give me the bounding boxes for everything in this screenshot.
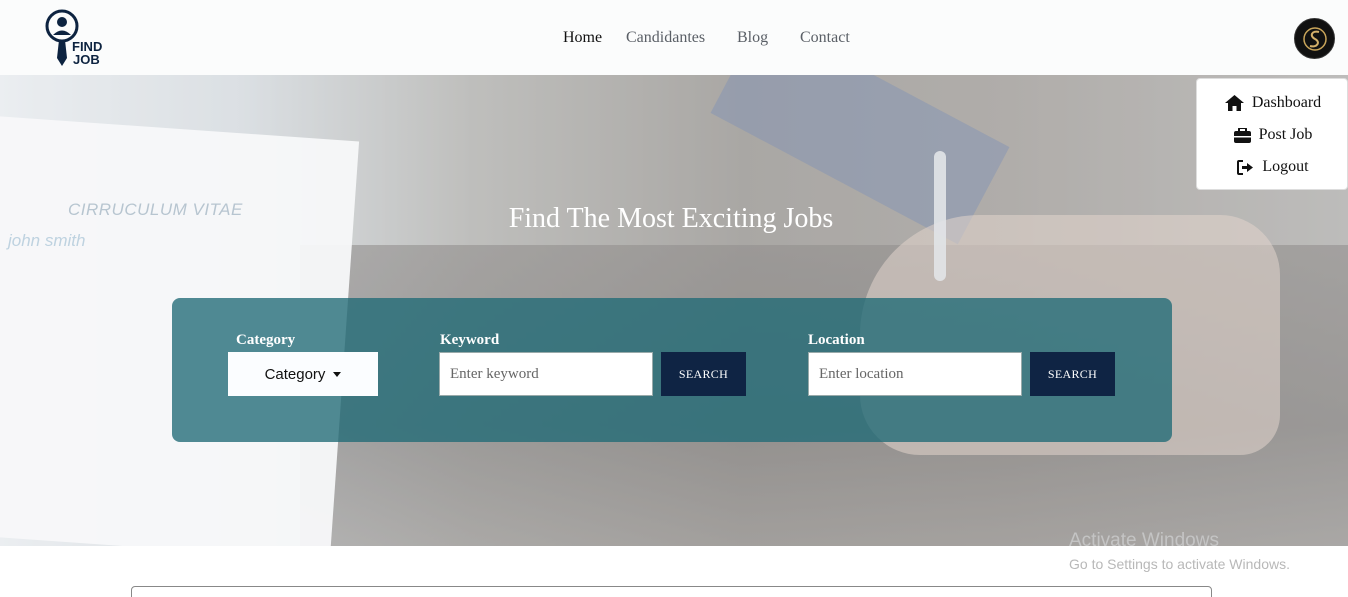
caret-down-icon (333, 371, 342, 377)
location-search-button[interactable]: SEARCH (1030, 352, 1115, 396)
content-card-edge (131, 586, 1212, 597)
location-label: Location (808, 332, 865, 348)
menu-label-dashboard: Dashboard (1251, 94, 1322, 111)
menu-item-logout[interactable]: Logout (1197, 155, 1348, 179)
location-input[interactable] (808, 352, 1022, 396)
home-icon (1224, 95, 1244, 111)
user-dropdown-menu: Dashboard Post Job Logout (1196, 78, 1348, 190)
user-avatar[interactable] (1294, 18, 1335, 59)
logo[interactable]: FIND JOB (44, 8, 116, 70)
logo-text: FIND JOB (72, 40, 102, 66)
sign-out-icon (1237, 159, 1254, 175)
category-dropdown-button[interactable]: Category (228, 352, 378, 396)
activate-windows-title: Activate Windows (1069, 530, 1219, 551)
keyword-input[interactable] (439, 352, 653, 396)
hero-section: CIRRUCULUM VITAE john smith Find The Mos… (0, 75, 1348, 546)
category-label: Category (236, 332, 296, 348)
top-navbar: FIND JOB Home Candidantes Blog Contact (0, 0, 1348, 75)
menu-label-post-job: Post Job (1258, 126, 1313, 143)
menu-item-dashboard[interactable]: Dashboard (1197, 91, 1348, 115)
activate-windows-subtitle: Go to Settings to activate Windows. (1069, 556, 1290, 572)
nav-blog[interactable]: Blog (737, 29, 768, 47)
briefcase-icon (1233, 127, 1251, 143)
search-panel: Category Category Keyword SEARCH Locatio… (172, 298, 1172, 442)
menu-label-logout: Logout (1262, 158, 1309, 175)
menu-item-post-job[interactable]: Post Job (1197, 123, 1348, 147)
nav-contact[interactable]: Contact (800, 29, 850, 47)
nav-candidates[interactable]: Candidantes (626, 29, 705, 47)
category-button-label: Category (264, 365, 326, 383)
keyword-search-button[interactable]: SEARCH (661, 352, 746, 396)
signature-avatar-icon (1302, 26, 1327, 51)
logo-line-2: JOB (73, 52, 100, 67)
nav-home[interactable]: Home (563, 29, 602, 47)
keyword-label: Keyword (440, 332, 500, 348)
hero-title: Find The Most Exciting Jobs (508, 203, 834, 234)
